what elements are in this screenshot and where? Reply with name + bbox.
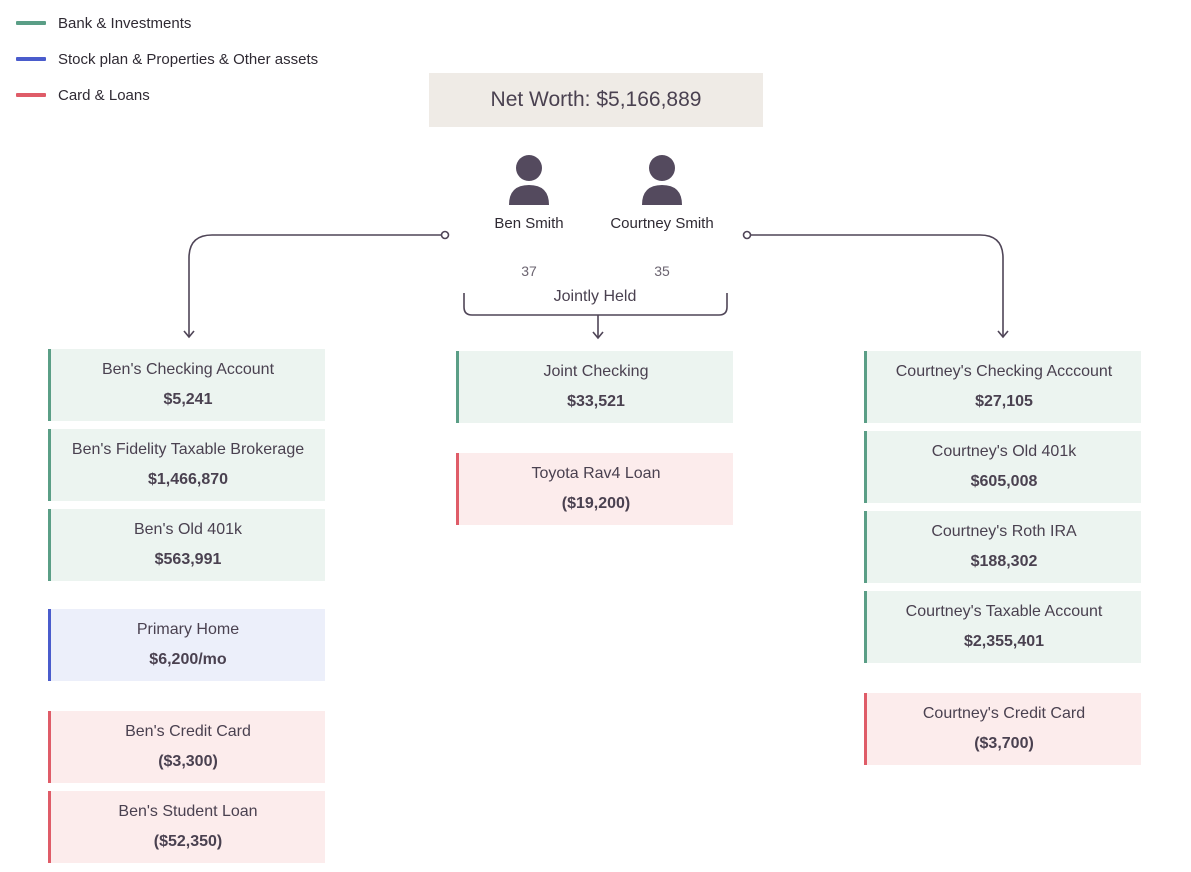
- account-name: Courtney's Old 401k: [931, 443, 1077, 460]
- person-name: Courtney Smith: [610, 215, 714, 232]
- account-value: $563,991: [154, 551, 222, 568]
- connector-dot: [440, 230, 450, 240]
- account-card[interactable]: Courtney's Checking Acccount $27,105: [864, 351, 1141, 423]
- account-card[interactable]: Courtney's Roth IRA $188,302: [864, 511, 1141, 583]
- account-name: Courtney's Roth IRA: [931, 523, 1077, 540]
- account-name: Ben's Fidelity Taxable Brokerage: [71, 441, 305, 458]
- connector-left: [188, 234, 441, 336]
- age-ben: 37: [521, 263, 537, 279]
- account-value: $2,355,401: [963, 633, 1045, 650]
- account-value: ($3,300): [158, 753, 218, 770]
- account-name: Joint Checking: [543, 363, 649, 380]
- account-value: ($52,350): [153, 833, 223, 850]
- account-value: $1,466,870: [147, 471, 229, 488]
- account-card[interactable]: Ben's Student Loan ($52,350): [48, 791, 325, 863]
- account-value: $188,302: [970, 553, 1038, 570]
- account-name: Ben's Old 401k: [133, 521, 242, 538]
- account-name: Courtney's Checking Acccount: [895, 363, 1113, 380]
- account-card[interactable]: Ben's Checking Account $5,241: [48, 349, 325, 421]
- account-card[interactable]: Toyota Rav4 Loan ($19,200): [456, 453, 733, 525]
- account-card[interactable]: Primary Home $6,200/mo: [48, 609, 325, 681]
- person-icon: [509, 155, 549, 205]
- account-card[interactable]: Courtney's Taxable Account $2,355,401: [864, 591, 1141, 663]
- account-name: Primary Home: [136, 621, 240, 638]
- age-courtney: 35: [654, 263, 670, 279]
- person-courtney: Courtney Smith: [597, 155, 727, 232]
- account-name: Ben's Student Loan: [118, 803, 258, 820]
- person-icon: [642, 155, 682, 205]
- person-ben: Ben Smith: [464, 155, 594, 232]
- account-card[interactable]: Courtney's Old 401k $605,008: [864, 431, 1141, 503]
- account-name: Courtney's Credit Card: [922, 705, 1086, 722]
- account-name: Courtney's Taxable Account: [905, 603, 1103, 620]
- account-value: $605,008: [970, 473, 1038, 490]
- account-value: ($19,200): [561, 495, 631, 512]
- account-name: Ben's Credit Card: [125, 723, 251, 740]
- account-card[interactable]: Ben's Credit Card ($3,300): [48, 711, 325, 783]
- account-value: $33,521: [567, 393, 625, 410]
- account-value: ($3,700): [974, 735, 1034, 752]
- account-card[interactable]: Ben's Old 401k $563,991: [48, 509, 325, 581]
- joint-label: Jointly Held: [553, 288, 637, 305]
- person-name: Ben Smith: [494, 215, 564, 232]
- account-name: Ben's Checking Account: [101, 361, 275, 378]
- connector-dot: [742, 230, 752, 240]
- account-value: $27,105: [975, 393, 1033, 410]
- account-value: $6,200/mo: [149, 651, 227, 668]
- account-card[interactable]: Courtney's Credit Card ($3,700): [864, 693, 1141, 765]
- account-card[interactable]: Ben's Fidelity Taxable Brokerage $1,466,…: [48, 429, 325, 501]
- account-name: Toyota Rav4 Loan: [531, 465, 661, 482]
- account-value: $5,241: [163, 391, 213, 408]
- account-card[interactable]: Joint Checking $33,521: [456, 351, 733, 423]
- connector-right: [751, 234, 1004, 336]
